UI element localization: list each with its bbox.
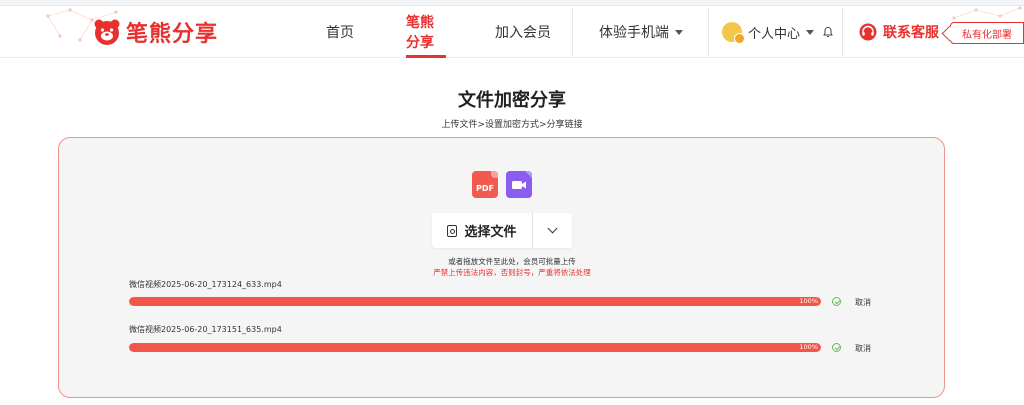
check-circle-icon — [832, 297, 841, 306]
avatar — [722, 22, 745, 44]
private-deploy-button[interactable]: 私有化部署 — [950, 22, 1024, 44]
nav-divider — [708, 8, 709, 56]
progress-fill — [129, 343, 821, 352]
nav-label: 体验手机端 — [599, 25, 669, 41]
progress-percent: 100% — [799, 297, 818, 305]
service-label: 联系客服 — [883, 25, 939, 41]
user-center-menu[interactable]: 个人中心 — [722, 20, 834, 44]
nav-membership[interactable]: 加入会员 — [492, 6, 554, 58]
contact-service-button[interactable]: 联系客服 — [858, 20, 939, 44]
select-file-group: 选择文件 — [432, 213, 572, 248]
cancel-upload-button[interactable]: 取消 — [855, 297, 871, 308]
nav-label: 首页 — [326, 25, 354, 41]
bear-logo-icon — [94, 19, 120, 45]
nav-mobile[interactable]: 体验手机端 — [596, 6, 686, 58]
upload-progress-bar: 100% — [129, 343, 821, 352]
select-file-button[interactable]: 选择文件 — [432, 213, 532, 248]
brand-name: 笔熊分享 — [126, 22, 219, 47]
nav-label: 加入会员 — [495, 25, 551, 41]
bell-icon[interactable] — [822, 26, 834, 38]
select-file-label: 选择文件 — [464, 225, 517, 240]
drag-hint: 或者拖放文件至此处，会员可批量上传 — [448, 257, 576, 266]
progress-fill — [129, 297, 821, 306]
headset-icon — [859, 23, 877, 41]
private-deploy-label: 私有化部署 — [962, 29, 1012, 41]
steps-breadcrumb: 上传文件>设置加密方式>分享链接 — [441, 120, 583, 130]
pdf-icon-label: PDF — [476, 184, 494, 193]
upload-warning: 严禁上传违法内容，否则封号，严重将依法处理 — [433, 268, 591, 277]
upload-progress-bar: 100% — [129, 297, 821, 306]
chevron-down-icon — [675, 29, 683, 35]
cancel-upload-button[interactable]: 取消 — [855, 343, 871, 354]
select-file-dropdown[interactable] — [533, 213, 572, 248]
nav-share[interactable]: 笔熊分享 — [406, 6, 446, 58]
page-title: 文件加密分享 — [458, 90, 566, 111]
user-center-label: 个人中心 — [748, 26, 801, 42]
chevron-down-icon — [547, 223, 558, 234]
nav-label: 笔熊分享 — [406, 15, 434, 51]
brand-logo[interactable]: 笔熊分享 — [92, 16, 218, 48]
pdf-file-icon: PDF — [472, 171, 498, 198]
nav-divider — [842, 8, 843, 56]
nav-home[interactable]: 首页 — [316, 6, 364, 58]
video-file-icon — [506, 171, 532, 198]
progress-percent: 100% — [799, 343, 818, 351]
nav-divider — [572, 8, 573, 56]
file-name: 微信视频2025-06-20_173151_635.mp4 — [129, 325, 282, 334]
check-circle-icon — [832, 343, 841, 352]
file-icon — [447, 224, 458, 237]
file-name: 微信视频2025-06-20_173124_633.mp4 — [129, 280, 282, 289]
chevron-down-icon — [806, 29, 815, 35]
header: 笔熊分享 首页 笔熊分享 加入会员 体验手机端 个人中心 联系客服 私有化部署 — [0, 6, 1024, 58]
